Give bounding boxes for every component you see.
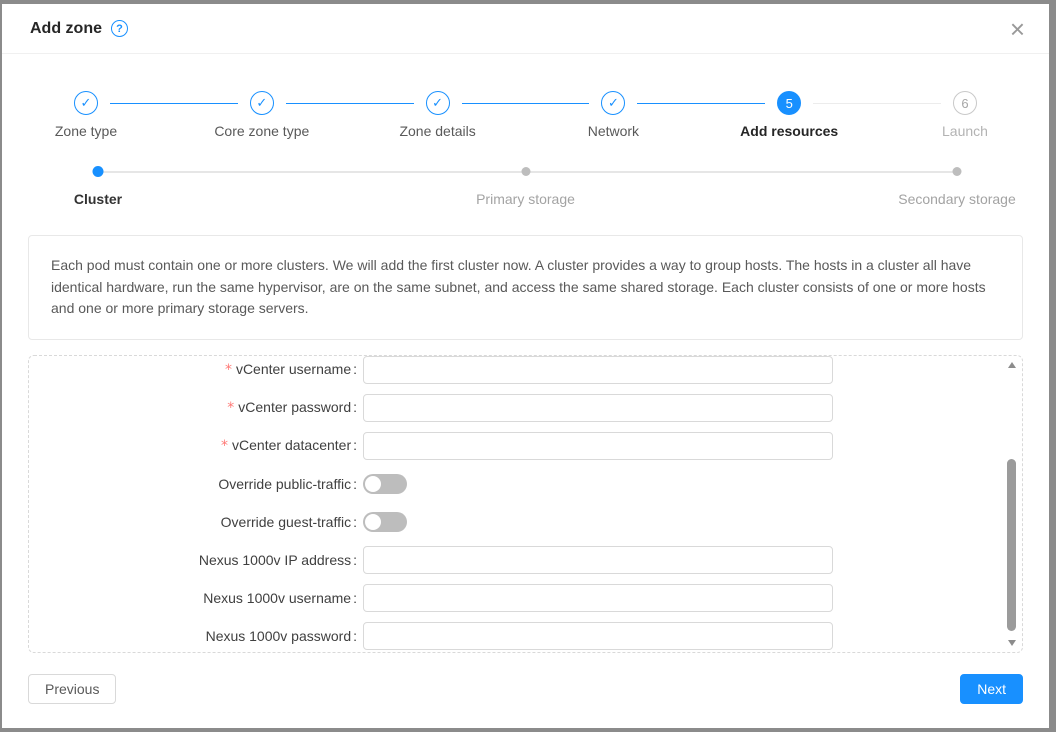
nexus-1000v-username-input[interactable] [363,584,833,612]
dialog-footer: Previous Next [28,674,1023,704]
field-label-text: vCenter datacenter [232,437,351,453]
form-row-vcenter-username: *vCenter username: [29,355,1022,389]
form-row-override-public-traffic: Override public-traffic: [29,465,1022,503]
substep-label-secondary-storage: Secondary storage [898,191,1016,207]
form-row-nexus-1000v-username: Nexus 1000v username: [29,579,1022,617]
step-label: Zone details [399,123,475,139]
form-row-nexus-1000v-ip-address: Nexus 1000v IP address: [29,541,1022,579]
field-label-text: Nexus 1000v username [203,590,351,606]
form-scrollbar[interactable] [1006,359,1018,649]
step-check-icon: ✓ [74,91,98,115]
add-zone-dialog: Add zone ? × ✓Zone type✓Core zone type✓Z… [2,4,1049,728]
field-label: *vCenter datacenter: [29,437,357,454]
dialog-body: ✓Zone type✓Core zone type✓Zone details✓N… [2,91,1049,704]
dialog-title: Add zone [30,20,102,38]
field-label-text: Nexus 1000v password [206,628,352,644]
substep-label-primary-storage: Primary storage [476,191,575,207]
step-network: ✓ Network [583,91,643,140]
step-label: Network [588,123,639,139]
override-public-traffic-toggle[interactable] [363,474,407,494]
required-asterisk: * [225,362,232,378]
step-label: Add resources [740,123,838,139]
label-colon: : [353,437,357,453]
step-add-resources: 5Add resources [759,91,819,140]
cluster-form-rows: *vCenter username:*vCenter password:*vCe… [29,355,1022,653]
step-check-icon: ✓ [601,91,625,115]
cluster-info-text: Each pod must contain one or more cluste… [51,255,1000,320]
nexus-1000v-password-input[interactable] [363,622,833,650]
field-label: *vCenter username: [29,361,357,378]
field-label-text: Override guest-traffic [221,514,351,530]
required-asterisk: * [221,438,228,454]
step-check-icon: ✓ [250,91,274,115]
step-launch: 6 Launch [935,91,995,140]
step-label: Core zone type [214,123,309,139]
cluster-form-panel: *vCenter username:*vCenter password:*vCe… [28,355,1023,653]
step-number-icon: 6 [953,91,977,115]
step-connector [286,103,414,104]
field-label-text: Override public-traffic [218,476,351,492]
form-row-nexus-1000v-password: Nexus 1000v password: [29,617,1022,653]
substep-dot-cluster [93,166,104,177]
step-label: Launch [942,123,988,139]
substep-dot-primary-storage [521,167,530,176]
field-label: Nexus 1000v username: [29,590,357,606]
nexus-1000v-ip-address-input[interactable] [363,546,833,574]
step-zone-details: ✓Zone details [408,91,468,140]
label-colon: : [353,628,357,644]
step-core-zone-type: ✓Core zone type [232,91,292,140]
step-connector [813,103,941,104]
label-colon: : [353,476,357,492]
form-row-override-guest-traffic: Override guest-traffic: [29,503,1022,541]
label-colon: : [353,361,357,377]
scroll-down-icon[interactable] [1008,640,1016,646]
field-label: *vCenter password: [29,399,357,416]
close-icon[interactable]: × [1010,19,1025,39]
step-label: Zone type [55,123,117,139]
override-guest-traffic-toggle[interactable] [363,512,407,532]
step-connector [637,103,765,104]
form-row-vcenter-password: *vCenter password: [29,389,1022,427]
vcenter-username-input[interactable] [363,356,833,384]
scroll-up-icon[interactable] [1008,362,1016,368]
label-colon: : [353,552,357,568]
field-label: Nexus 1000v IP address: [29,552,357,568]
help-icon[interactable]: ? [111,20,128,37]
scrollbar-thumb[interactable] [1007,459,1016,632]
field-label: Override guest-traffic: [29,514,357,530]
label-colon: : [353,514,357,530]
next-button[interactable]: Next [960,674,1023,704]
required-asterisk: * [227,400,234,416]
substep-label-cluster: Cluster [74,191,122,207]
field-label: Nexus 1000v password: [29,628,357,644]
resource-sub-steps: Cluster Primary storage Secondary storage [28,166,1023,208]
substep-dot-secondary-storage [953,167,962,176]
dialog-header: Add zone ? × [2,4,1049,54]
wizard-steps: ✓Zone type✓Core zone type✓Zone details✓N… [56,91,995,140]
previous-button[interactable]: Previous [28,674,116,704]
step-number-icon: 5 [777,91,801,115]
field-label: Override public-traffic: [29,476,357,492]
vcenter-datacenter-input[interactable] [363,432,833,460]
field-label-text: vCenter password [238,399,351,415]
step-connector [110,103,238,104]
step-check-icon: ✓ [426,91,450,115]
step-zone-type: ✓ Zone type [56,91,116,140]
label-colon: : [353,399,357,415]
field-label-text: vCenter username [236,361,351,377]
step-connector [462,103,590,104]
vcenter-password-input[interactable] [363,394,833,422]
label-colon: : [353,590,357,606]
form-row-vcenter-datacenter: *vCenter datacenter: [29,427,1022,465]
cluster-info-box: Each pod must contain one or more cluste… [28,235,1023,340]
field-label-text: Nexus 1000v IP address [199,552,351,568]
